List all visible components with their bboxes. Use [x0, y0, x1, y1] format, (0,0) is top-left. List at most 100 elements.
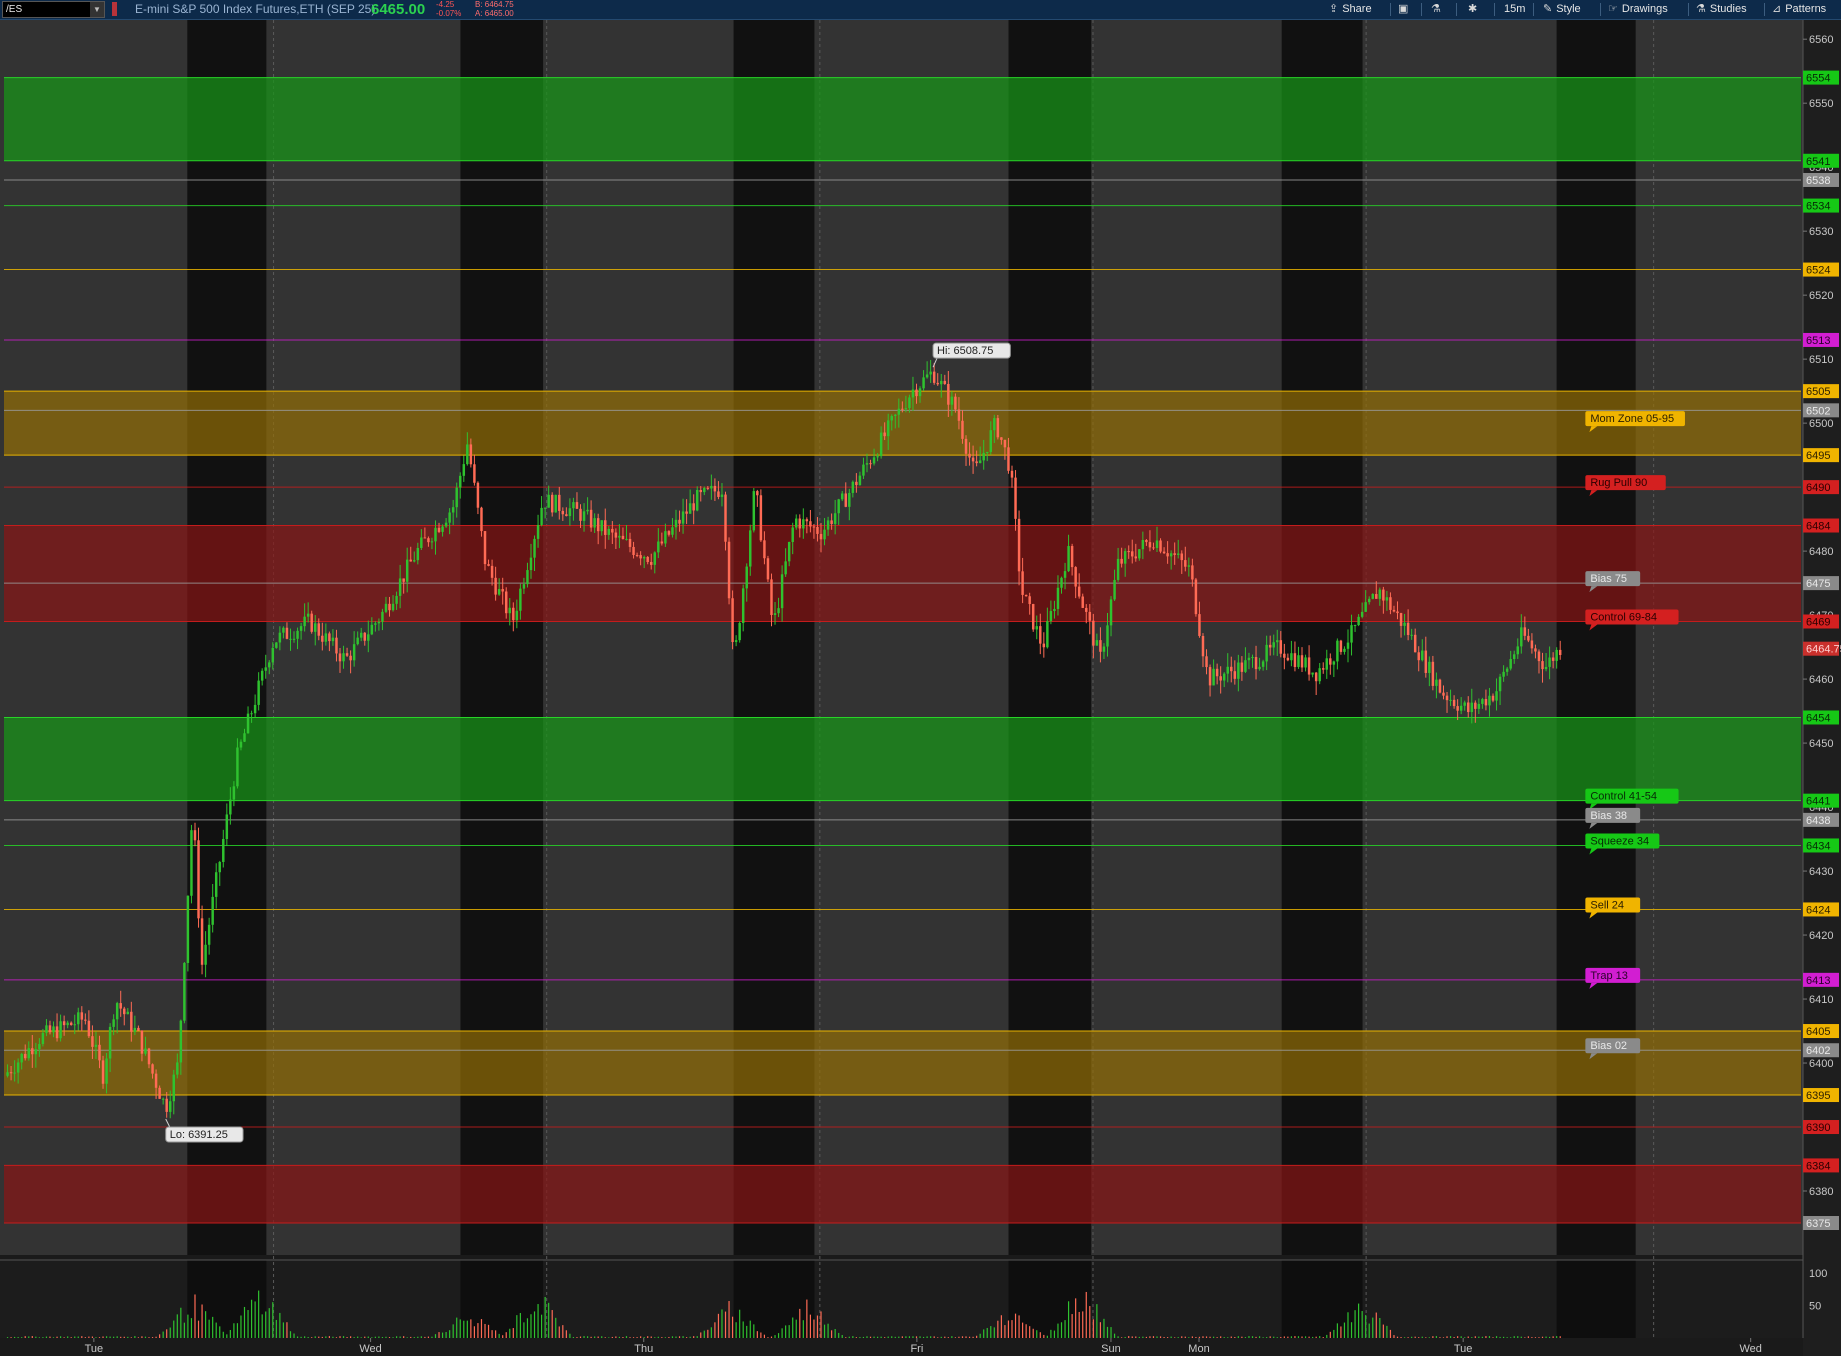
candle-body: [483, 531, 487, 565]
candle-body: [476, 482, 480, 508]
price-tag-text: 6505: [1806, 386, 1830, 398]
candle-body: [1488, 695, 1491, 706]
candle-body: [69, 1022, 73, 1026]
net-change: -4.25: [436, 0, 455, 9]
layout-button[interactable]: ▣: [1398, 0, 1412, 19]
share-label: Share: [1342, 3, 1372, 15]
candle-body: [9, 1072, 13, 1074]
candle-body: [816, 526, 819, 534]
price-tag-text: 6502: [1806, 405, 1830, 417]
candle-body: [16, 1062, 20, 1073]
candle-body: [1000, 437, 1003, 440]
overnight-session-shade: [733, 1260, 815, 1338]
candle-body: [1173, 553, 1176, 555]
candle-body: [961, 420, 964, 439]
patterns-button[interactable]: ⊿ Patterns: [1772, 0, 1826, 19]
share-button[interactable]: ⇪ Share: [1329, 0, 1372, 19]
candle-body: [1053, 608, 1056, 612]
candle-body: [1035, 626, 1038, 630]
candle-body: [1371, 594, 1374, 599]
candle-body: [872, 457, 876, 464]
candle-body: [352, 644, 356, 661]
candle-body: [487, 564, 490, 566]
candle-body: [413, 560, 416, 562]
candle-body: [798, 518, 802, 529]
candle-body: [1145, 540, 1148, 543]
candle-body: [98, 1044, 101, 1061]
candle-body: [1329, 658, 1332, 665]
candle-body: [190, 830, 193, 896]
price-tag: 6424: [1803, 902, 1839, 917]
candle-body: [1180, 553, 1183, 561]
symbol-input[interactable]: /ES ▼: [2, 1, 105, 18]
candle-body: [1123, 551, 1127, 564]
candle-body: [1389, 597, 1392, 610]
candle-body: [1265, 644, 1268, 662]
y-tick-label: 6380: [1809, 1186, 1833, 1198]
bid-price: B: 6464.75: [475, 0, 514, 9]
candle-body: [345, 653, 349, 656]
candle-body: [1258, 666, 1261, 670]
style-button[interactable]: ✎ Style: [1543, 0, 1581, 19]
candle-body: [1399, 613, 1403, 626]
candle-body: [257, 680, 260, 705]
candle-body: [688, 503, 692, 514]
candle-body: [770, 579, 773, 615]
candle-body: [1141, 540, 1145, 550]
candle-body: [214, 872, 218, 897]
price-tag-text: 6441: [1806, 796, 1830, 808]
candle-body: [526, 570, 529, 585]
candle-body: [204, 944, 207, 965]
candle-body: [62, 1021, 66, 1026]
price-chart[interactable]: Hi: 6508.75 Lo: 6391.25 Mom Zone 05-95 Rug …: [0, 20, 1841, 1356]
candle-body: [1467, 702, 1470, 713]
link-marker[interactable]: [112, 2, 117, 16]
candle-body: [1364, 602, 1367, 612]
price-tag: 6495: [1803, 448, 1839, 463]
candle-body: [1046, 621, 1049, 648]
candle-body: [161, 1098, 165, 1100]
candle-body: [745, 566, 748, 589]
candle-body: [430, 541, 434, 543]
candle-body: [720, 494, 724, 497]
studies-button[interactable]: ⚗ Studies: [1696, 0, 1747, 19]
candle-body: [596, 518, 600, 532]
candle-body: [1102, 646, 1106, 652]
candle-body: [1159, 540, 1162, 552]
candle-body: [950, 396, 954, 405]
candle-body: [123, 1008, 126, 1015]
candle-body: [547, 494, 550, 508]
candle-body: [1438, 679, 1442, 693]
chevron-down-icon[interactable]: ▼: [90, 2, 104, 17]
candle-body: [646, 556, 649, 562]
flask-button[interactable]: ⚗: [1431, 0, 1445, 19]
candle-body: [416, 547, 420, 561]
candle: [695, 486, 699, 512]
candle-body: [423, 537, 427, 539]
candle-body: [1357, 616, 1360, 626]
candle-body: [554, 494, 557, 513]
drawings-button[interactable]: ☞ Drawings: [1608, 0, 1668, 19]
candle-body: [1392, 609, 1396, 612]
candle-body: [1311, 672, 1314, 675]
candle-body: [1028, 596, 1031, 605]
y-tick-label: 6420: [1809, 930, 1833, 942]
candle-body: [444, 522, 448, 527]
share-icon: ⇪: [1329, 3, 1339, 15]
candle-body: [229, 799, 232, 815]
price-tag-text: 6438: [1806, 815, 1830, 827]
candle-body: [1459, 705, 1463, 711]
price-tag: 6554: [1803, 70, 1839, 85]
candle-body: [604, 520, 607, 535]
candle-body: [289, 638, 292, 640]
candle-body: [1332, 661, 1336, 665]
candle-body: [225, 814, 229, 840]
candle: [275, 642, 278, 649]
candle-body: [925, 374, 929, 378]
candle-body: [363, 632, 366, 641]
candle-body: [236, 747, 239, 787]
candle-body: [890, 415, 893, 421]
settings-button[interactable]: ✱: [1468, 0, 1481, 19]
timeframe-button[interactable]: 15m: [1504, 0, 1525, 19]
price-tag: 6524: [1803, 262, 1839, 277]
